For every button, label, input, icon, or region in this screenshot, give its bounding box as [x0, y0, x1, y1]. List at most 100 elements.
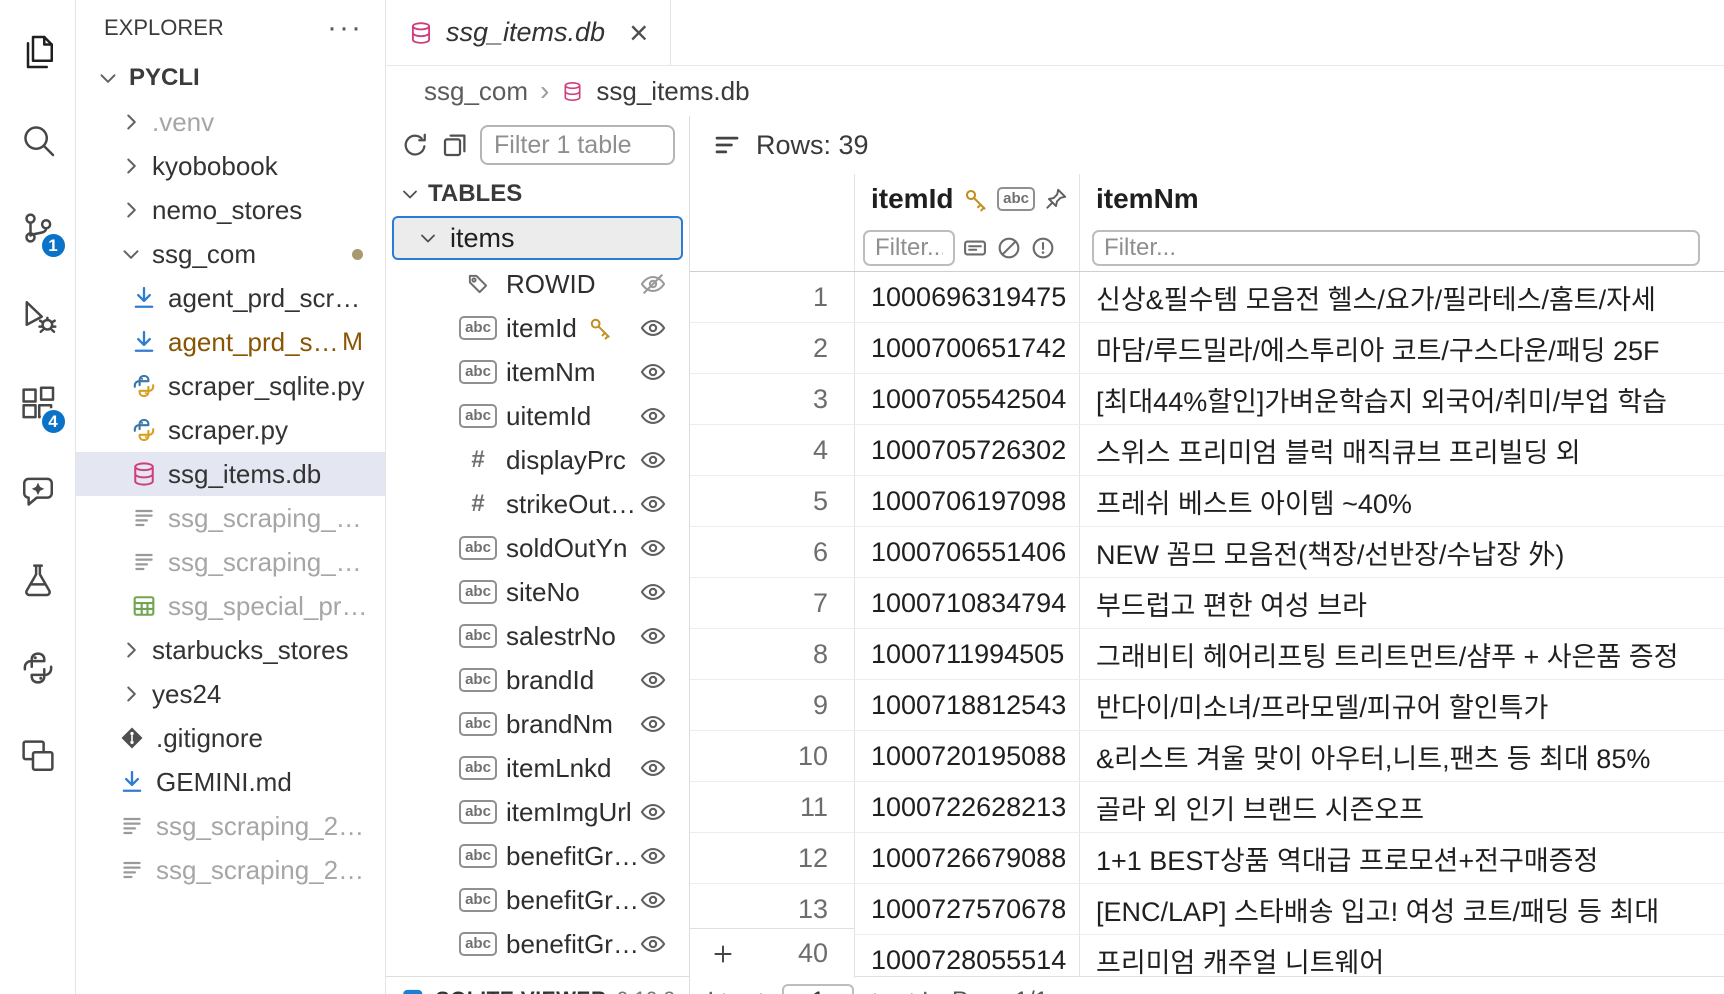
tree-file-ssg-items-db[interactable]: ssg_items.db [76, 452, 385, 496]
first-page-icon[interactable] [702, 986, 732, 994]
table-filter-input[interactable] [480, 125, 675, 165]
activity-testing[interactable] [0, 536, 76, 624]
tree-file-agent-prd-sq[interactable]: agent_prd_sq... M [76, 320, 385, 364]
itemnm-cell[interactable]: [ENC/LAP] 스타배송 입고! 여성 코트/패딩 등 최대 [1080, 884, 1724, 934]
exclude-filter-icon[interactable] [995, 234, 1023, 262]
column-item-uitemid[interactable]: abc uitemId [386, 394, 689, 438]
tree-folder-nemo-stores[interactable]: nemo_stores [76, 188, 385, 232]
prev-page-icon[interactable] [742, 986, 772, 994]
visible-eye-icon[interactable] [639, 754, 667, 782]
hidden-eye-icon[interactable] [639, 270, 667, 298]
tree-file-gitignore[interactable]: .gitignore [76, 716, 385, 760]
row-number-cell[interactable]: 4 [690, 425, 855, 475]
visible-eye-icon[interactable] [639, 446, 667, 474]
activity-run-debug[interactable] [0, 272, 76, 360]
row-number-cell[interactable]: 10 [690, 731, 855, 781]
visible-eye-icon[interactable] [639, 490, 667, 518]
activity-search[interactable] [0, 96, 76, 184]
tab-ssg-items-db[interactable]: ssg_items.db × [386, 0, 672, 65]
visible-eye-icon[interactable] [639, 578, 667, 606]
visible-eye-icon[interactable] [639, 314, 667, 342]
row-number-cell[interactable]: 12 [690, 833, 855, 883]
itemid-cell[interactable]: 1000720195088 [855, 731, 1080, 781]
row-number-cell[interactable]: 2 [690, 323, 855, 373]
strict-filter-icon[interactable] [1029, 234, 1057, 262]
column-item-benefitgrp0[interactable]: abc benefitGrp0 [386, 834, 689, 878]
tree-folder-yes24[interactable]: yes24 [76, 672, 385, 716]
itemid-cell[interactable]: 1000722628213 [855, 782, 1080, 832]
visible-eye-icon[interactable] [639, 666, 667, 694]
column-item-benefitgrp1[interactable]: abc benefitGrp1 [386, 878, 689, 922]
itemnm-cell[interactable]: 신상&필수템 모음전 헬스/요가/필라테스/홈트/자세 [1080, 272, 1724, 322]
breadcrumb-folder[interactable]: ssg_com [424, 76, 528, 107]
activity-explorer[interactable] [0, 8, 76, 96]
itemnm-cell[interactable]: [최대44%할인]가벼운학습지 외국어/취미/부업 학습 [1080, 374, 1724, 424]
tree-folder-starbucks-stores[interactable]: starbucks_stores [76, 628, 385, 672]
tree-file-gemini-md[interactable]: GEMINI.md [76, 760, 385, 804]
column-item-itemlnkd[interactable]: abc itemLnkd [386, 746, 689, 790]
visible-eye-icon[interactable] [639, 358, 667, 386]
tree-file-agent-prd-scrapin[interactable]: agent_prd_scrapin... [76, 276, 385, 320]
tree-file-ssg-scraping-202[interactable]: ssg_scraping_202... [76, 496, 385, 540]
tree-folder-ssg-com[interactable]: ssg_com [76, 232, 385, 276]
tree-root-pycli[interactable]: PYCLI [76, 56, 385, 100]
tree-file-ssg-scraping-2025[interactable]: ssg_scraping_2025... [76, 804, 385, 848]
visible-eye-icon[interactable] [639, 798, 667, 826]
column-item-salestrno[interactable]: abc salestrNo [386, 614, 689, 658]
breadcrumb-file[interactable]: ssg_items.db [596, 76, 749, 107]
tree-file-ssg-special-price[interactable]: ssg_special_price... [76, 584, 385, 628]
visible-eye-icon[interactable] [639, 842, 667, 870]
itemnm-cell[interactable]: 그래비티 헤어리프팅 트리트먼트/샴푸 + 사은품 증정 [1080, 629, 1724, 679]
pin-icon[interactable] [1043, 186, 1069, 212]
page-input[interactable] [782, 983, 854, 994]
column-item-strikeoutprc[interactable]: # strikeOutPrc [386, 482, 689, 526]
more-actions-icon[interactable]: ··· [327, 13, 363, 43]
itemid-cell[interactable]: 1000710834794 [855, 578, 1080, 628]
visible-eye-icon[interactable] [639, 622, 667, 650]
row-number-cell[interactable]: 5 [690, 476, 855, 526]
itemid-cell[interactable]: 1000696319475 [855, 272, 1080, 322]
itemnm-cell[interactable]: 반다이/미소녀/프라모델/피규어 할인특가 [1080, 680, 1724, 730]
refresh-icon[interactable] [400, 130, 430, 160]
itemid-cell[interactable]: 1000718812543 [855, 680, 1080, 730]
column-header-itemid[interactable]: itemId abc [855, 174, 1080, 224]
column-item-itemnm[interactable]: abc itemNm [386, 350, 689, 394]
itemnm-cell[interactable]: 부드럽고 편한 여성 브라 [1080, 578, 1724, 628]
itemnm-filter-input[interactable] [1092, 229, 1700, 266]
tree-folder-kyobobook[interactable]: kyobobook [76, 144, 385, 188]
visible-eye-icon[interactable] [639, 886, 667, 914]
copy-icon[interactable] [440, 130, 470, 160]
visible-eye-icon[interactable] [639, 402, 667, 430]
visible-eye-icon[interactable] [639, 710, 667, 738]
itemid-cell[interactable]: 1000706197098 [855, 476, 1080, 526]
column-item-rowid[interactable]: ROWID [386, 262, 689, 306]
column-item-itemid[interactable]: abc itemId [386, 306, 689, 350]
column-item-brandnm[interactable]: abc brandNm [386, 702, 689, 746]
itemnm-cell[interactable]: 프레쉬 베스트 아이템 ~40% [1080, 476, 1724, 526]
itemid-cell[interactable]: 1000705726302 [855, 425, 1080, 475]
activity-python[interactable] [0, 624, 76, 712]
column-item-siteno[interactable]: abc siteNo [386, 570, 689, 614]
next-page-icon[interactable] [864, 986, 894, 994]
itemid-filter-input[interactable] [863, 229, 955, 266]
itemnm-cell[interactable]: &리스트 겨울 맞이 아우터,니트,팬츠 등 최대 85% [1080, 731, 1724, 781]
row-number-cell[interactable]: 9 [690, 680, 855, 730]
row-number-cell[interactable]: 11 [690, 782, 855, 832]
add-row-icon[interactable] [710, 941, 736, 967]
activity-chat[interactable] [0, 448, 76, 536]
row-number-cell[interactable]: 13 [690, 884, 855, 934]
itemid-cell[interactable]: 1000705542504 [855, 374, 1080, 424]
column-item-itemimgurl[interactable]: abc itemImgUrl [386, 790, 689, 834]
itemid-cell[interactable]: 1000727570678 [855, 884, 1080, 934]
visible-eye-icon[interactable] [639, 534, 667, 562]
tree-file-scraper-sqlite-py[interactable]: scraper_sqlite.py [76, 364, 385, 408]
activity-extensions[interactable]: 4 [0, 360, 76, 448]
column-item-brandid[interactable]: abc brandId [386, 658, 689, 702]
column-item-displayprc[interactable]: # displayPrc [386, 438, 689, 482]
column-item-benefitgrp2[interactable]: abc benefitGrp2 [386, 922, 689, 966]
itemnm-cell[interactable]: 1+1 BEST상품 역대급 프로모션+전구매증정 [1080, 833, 1724, 883]
itemnm-cell[interactable]: NEW 꼼므 모음전(책장/선반장/수납장 外) [1080, 527, 1724, 577]
tree-folder-venv[interactable]: .venv [76, 100, 385, 144]
rows-icon[interactable] [712, 130, 742, 160]
visible-eye-icon[interactable] [639, 930, 667, 958]
